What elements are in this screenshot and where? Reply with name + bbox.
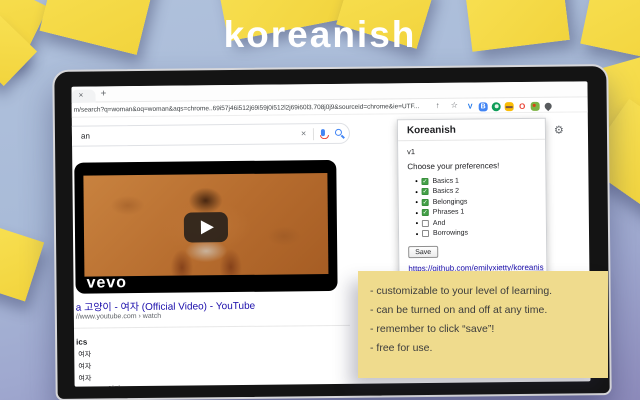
preference-checkbox[interactable]: ✓ xyxy=(421,177,429,185)
preferences-list: ✓ Basics 1 ✓ Basics 2 ✓ Belongings ✓ Phrases 1A… xyxy=(407,176,537,238)
preference-checkbox[interactable] xyxy=(421,229,430,238)
bullet-icon xyxy=(416,232,419,235)
hero-title: koreanish xyxy=(223,14,417,55)
popup-prompt: Choose your preferences! xyxy=(407,161,500,172)
snippet-heading: ics xyxy=(76,337,88,347)
result-title-link[interactable]: a 고양이 - 여자 (Official Video) - YouTube xyxy=(76,297,256,314)
popup-title: Koreanish xyxy=(397,118,546,142)
snippet-line: 여자 xyxy=(78,363,92,371)
divider xyxy=(312,128,315,141)
snippet-tail-text: e be your 여자... xyxy=(77,386,127,387)
extension-popup: Koreanish v1 Choose your preferences! ✓ B… xyxy=(396,117,548,294)
burger-extension-icon[interactable] xyxy=(504,101,514,111)
tab-close-icon[interactable]: × xyxy=(79,91,84,100)
red-o-extension-icon[interactable]: O xyxy=(518,101,527,110)
preference-label: Borrowings xyxy=(432,229,469,237)
bullet-icon xyxy=(415,211,418,214)
divider xyxy=(73,324,350,329)
note-line: - can be turned on and off at any time. xyxy=(370,304,548,316)
annotation-note: - customizable to your level of learning… xyxy=(358,271,608,378)
preference-option: ✓ Basics 2 xyxy=(415,186,537,196)
vevo-logo: vevo xyxy=(86,274,128,292)
browser-tab[interactable]: × xyxy=(71,89,96,103)
share-icon[interactable]: ↑ xyxy=(436,101,440,110)
settings-gear-icon[interactable]: ⚙ xyxy=(554,124,564,137)
preference-checkbox[interactable]: ✓ xyxy=(421,208,429,217)
preference-label: Belongings xyxy=(432,198,468,206)
bullet-icon xyxy=(415,180,418,183)
preference-checkbox[interactable] xyxy=(421,219,429,227)
green-circle-extension-icon[interactable] xyxy=(491,101,501,111)
preference-option: ✓ Phrases 1 xyxy=(415,207,537,217)
preference-option: ✓ Basics 1 xyxy=(415,176,536,185)
preference-option: ✓ Belongings xyxy=(415,197,537,206)
translate-extension-icon[interactable]: B xyxy=(478,101,488,111)
preference-option: And xyxy=(415,218,537,227)
preference-label: Phrases 1 xyxy=(432,208,465,216)
preference-label: Basics 2 xyxy=(432,187,460,195)
snippet-tail: e be your 여자... More xyxy=(77,384,145,387)
clear-search-icon[interactable]: × xyxy=(301,128,306,138)
voice-search-icon[interactable] xyxy=(320,129,325,137)
v-extension-icon[interactable]: V xyxy=(466,102,475,111)
koreanish-extension-icon[interactable] xyxy=(530,101,540,111)
bookmark-star-icon[interactable]: ☆ xyxy=(451,101,458,110)
video-player[interactable]: vevo xyxy=(74,159,338,294)
preference-option: Borrowings xyxy=(416,228,537,238)
result-url: //www.youtube.com › watch xyxy=(75,312,162,321)
save-button[interactable]: Save xyxy=(408,245,439,259)
search-input[interactable]: an × xyxy=(71,122,351,147)
play-button[interactable] xyxy=(183,211,229,243)
search-icon[interactable] xyxy=(334,128,342,136)
new-tab-button[interactable]: + xyxy=(100,88,106,99)
url-text[interactable]: m/search?q=woman&oq=woman&aqs=chrome..69… xyxy=(74,103,432,114)
bullet-icon xyxy=(415,190,418,193)
note-line: - free for use. xyxy=(370,342,433,354)
preference-checkbox[interactable]: ✓ xyxy=(421,187,429,196)
note-line: - customizable to your level of learning… xyxy=(370,285,553,297)
more-link[interactable]: More xyxy=(128,386,144,387)
preference-label: And xyxy=(432,219,446,227)
popup-version: v1 xyxy=(407,147,416,157)
bullet-icon xyxy=(415,222,418,225)
note-line: - remember to click “save”! xyxy=(370,323,495,335)
preference-label: Basics 1 xyxy=(432,177,459,185)
snippet-line: 여자 xyxy=(78,351,92,359)
snippet-line: 여자 xyxy=(78,375,92,383)
bullet-icon xyxy=(415,201,418,204)
search-query-text[interactable]: an xyxy=(81,132,90,141)
preference-checkbox[interactable]: ✓ xyxy=(421,198,429,206)
pinned-extension-icon[interactable] xyxy=(543,100,554,111)
sticky-note xyxy=(0,224,45,302)
